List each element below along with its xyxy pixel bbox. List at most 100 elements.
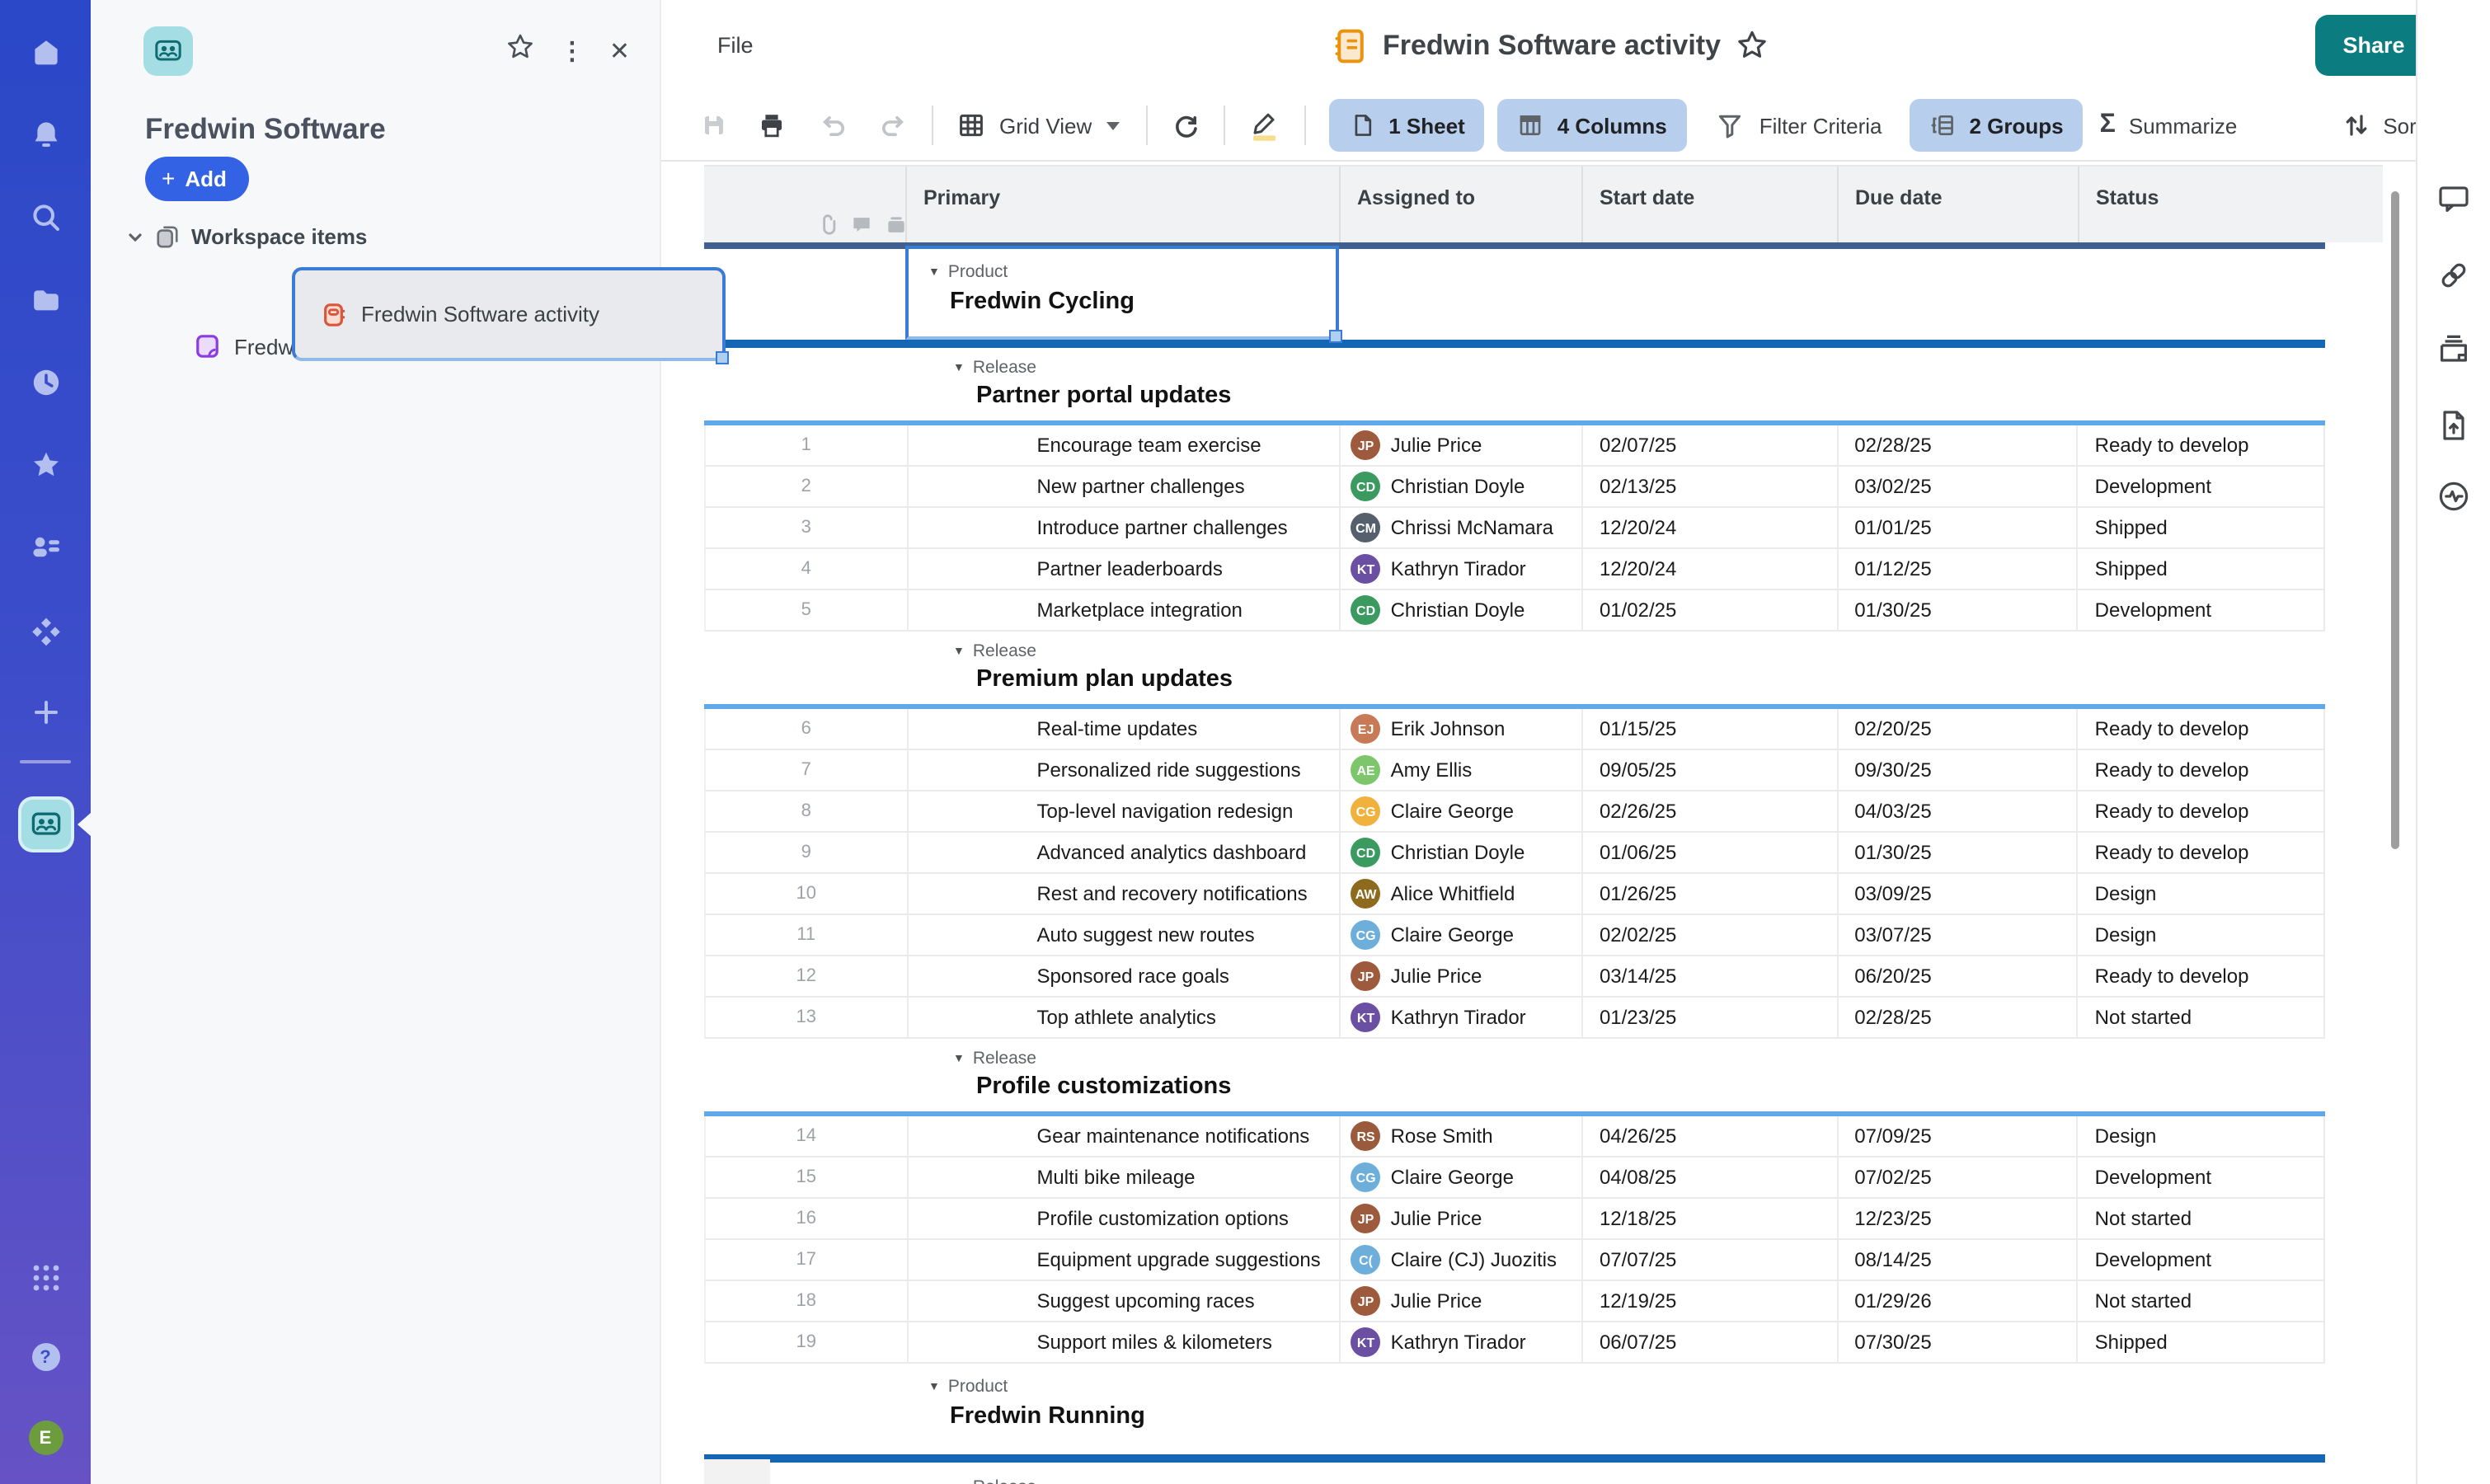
task-name-cell[interactable]: Marketplace integration: [906, 590, 1339, 630]
notifications-bell-icon[interactable]: [29, 119, 62, 152]
release-group-row[interactable]: ▼ReleasePremium plan updates: [704, 632, 2325, 704]
print-icon[interactable]: [757, 110, 787, 140]
undo-icon[interactable]: [818, 110, 848, 140]
view-selector-label[interactable]: Grid View: [999, 113, 1092, 138]
assigned-to-cell[interactable]: JPJulie Price: [1340, 1199, 1581, 1238]
start-date-cell[interactable]: 12/20/24: [1581, 549, 1836, 589]
task-name-cell[interactable]: Partner leaderboards: [906, 549, 1339, 589]
start-date-cell[interactable]: 12/20/24: [1581, 508, 1836, 547]
favorite-title-star-icon[interactable]: [1736, 30, 1767, 61]
due-date-cell[interactable]: 06/20/25: [1836, 956, 2076, 996]
row-number[interactable]: 10: [706, 874, 906, 913]
due-date-cell[interactable]: 03/02/25: [1836, 467, 2076, 506]
start-date-cell[interactable]: 12/19/25: [1581, 1281, 1836, 1321]
due-date-cell[interactable]: 07/02/25: [1836, 1158, 2076, 1197]
task-name-cell[interactable]: Advanced analytics dashboard: [906, 833, 1339, 872]
task-name-cell[interactable]: Real-time updates: [906, 709, 1339, 749]
task-name-cell[interactable]: Profile customization options: [906, 1199, 1339, 1238]
start-date-cell[interactable]: 02/02/25: [1581, 915, 1836, 955]
start-date-cell[interactable]: 09/05/25: [1581, 750, 1836, 790]
collapse-triangle-icon[interactable]: ▼: [953, 646, 965, 657]
assigned-to-cell[interactable]: C(Claire (CJ) Juozitis: [1340, 1240, 1581, 1280]
row-number[interactable]: 15: [706, 1158, 906, 1197]
row-number[interactable]: 9: [706, 833, 906, 872]
row-number[interactable]: 13: [706, 998, 906, 1037]
view-selector-caret-icon[interactable]: [1106, 121, 1120, 129]
start-date-cell[interactable]: 02/13/25: [1581, 467, 1836, 506]
row-number[interactable]: 16: [706, 1199, 906, 1238]
assigned-to-cell[interactable]: JPJulie Price: [1340, 956, 1581, 996]
assigned-to-cell[interactable]: CDChristian Doyle: [1340, 467, 1581, 506]
task-name-cell[interactable]: Sponsored race goals: [906, 956, 1339, 996]
status-cell[interactable]: Ready to develop: [2077, 750, 2323, 790]
attachment-paperclip-icon[interactable]: [816, 214, 838, 236]
assigned-to-cell[interactable]: CDChristian Doyle: [1340, 590, 1581, 630]
attachments-link-icon[interactable]: [2436, 257, 2472, 294]
panel-close-icon[interactable]: ✕: [609, 39, 630, 63]
start-date-cell[interactable]: 03/14/25: [1581, 956, 1836, 996]
start-date-cell[interactable]: 06/07/25: [1581, 1322, 1836, 1362]
column-count-button[interactable]: 4 Columns: [1498, 99, 1687, 152]
app-launcher-icon[interactable]: [31, 1263, 60, 1293]
group-collapse-label[interactable]: ▼Product: [928, 1377, 1008, 1397]
vertical-scrollbar[interactable]: [2391, 191, 2399, 849]
due-date-cell[interactable]: 07/30/25: [1836, 1322, 2076, 1362]
start-date-cell[interactable]: 04/26/25: [1581, 1116, 1836, 1156]
sidebar-item-activity-sheet[interactable]: Fredwin Software activity: [292, 267, 726, 361]
start-date-cell[interactable]: 01/02/25: [1581, 590, 1836, 630]
row-number[interactable]: 19: [706, 1322, 906, 1362]
row-number[interactable]: 12: [706, 956, 906, 996]
user-avatar[interactable]: E: [28, 1421, 63, 1455]
due-date-cell[interactable]: 02/28/25: [1836, 998, 2076, 1037]
task-name-cell[interactable]: Suggest upcoming races: [906, 1281, 1339, 1321]
release-partial-group-row[interactable]: ▼Release: [704, 1463, 2325, 1484]
status-cell[interactable]: Ready to develop: [2077, 425, 2323, 465]
assigned-to-cell[interactable]: AEAmy Ellis: [1340, 750, 1581, 790]
assigned-to-cell[interactable]: CGClaire George: [1340, 1158, 1581, 1197]
release-group-row[interactable]: ▼ReleasePartner portal updates: [704, 348, 2325, 420]
due-date-cell[interactable]: 01/30/25: [1836, 590, 2076, 630]
status-cell[interactable]: Ready to develop: [2077, 709, 2323, 749]
task-name-cell[interactable]: Gear maintenance notifications: [906, 1116, 1339, 1156]
release-group-row[interactable]: ▼ReleaseProfile customizations: [704, 1039, 2325, 1111]
assigned-to-cell[interactable]: JPJulie Price: [1340, 425, 1581, 465]
task-name-cell[interactable]: Equipment upgrade suggestions: [906, 1240, 1339, 1280]
sheet-count-button[interactable]: 1 Sheet: [1329, 99, 1485, 152]
column-header-due-date[interactable]: Due date: [1837, 167, 2078, 242]
due-date-cell[interactable]: 01/29/26: [1836, 1281, 2076, 1321]
row-number[interactable]: 1: [706, 425, 906, 465]
row-number[interactable]: 7: [706, 750, 906, 790]
row-number[interactable]: 11: [706, 915, 906, 955]
highlight-pen-icon[interactable]: [1248, 109, 1281, 142]
apps-icon[interactable]: [29, 613, 62, 646]
comment-bubble-icon[interactable]: [851, 214, 872, 236]
row-number[interactable]: 17: [706, 1240, 906, 1280]
save-icon[interactable]: [699, 110, 729, 140]
task-name-cell[interactable]: Rest and recovery notifications: [906, 874, 1339, 913]
assigned-to-cell[interactable]: RSRose Smith: [1340, 1116, 1581, 1156]
start-date-cell[interactable]: 02/07/25: [1581, 425, 1836, 465]
due-date-cell[interactable]: 03/07/25: [1836, 915, 2076, 955]
product-group-row[interactable]: ▼ProductFredwin Running: [704, 1364, 2325, 1454]
row-number[interactable]: 8: [706, 791, 906, 831]
due-date-cell[interactable]: 01/01/25: [1836, 508, 2076, 547]
assigned-to-cell[interactable]: CMChrissi McNamara: [1340, 508, 1581, 547]
group-collapse-label[interactable]: ▼Release: [953, 358, 1036, 378]
status-cell[interactable]: Development: [2077, 590, 2323, 630]
search-icon[interactable]: [29, 201, 62, 234]
status-cell[interactable]: Development: [2077, 1158, 2323, 1197]
assigned-to-cell[interactable]: KTKathryn Tirador: [1340, 1322, 1581, 1362]
due-date-cell[interactable]: 12/23/25: [1836, 1199, 2076, 1238]
collapse-triangle-icon[interactable]: ▼: [953, 1053, 965, 1064]
assigned-to-cell[interactable]: EJErik Johnson: [1340, 709, 1581, 749]
row-number[interactable]: 14: [706, 1116, 906, 1156]
folder-icon[interactable]: [29, 284, 62, 317]
collapse-triangle-icon[interactable]: ▼: [953, 362, 965, 373]
assigned-to-cell[interactable]: KTKathryn Tirador: [1340, 549, 1581, 589]
task-name-cell[interactable]: Multi bike mileage: [906, 1158, 1339, 1197]
task-name-cell[interactable]: New partner challenges: [906, 467, 1339, 506]
status-cell[interactable]: Not started: [2077, 1199, 2323, 1238]
proofs-icon[interactable]: [2436, 331, 2472, 368]
start-date-cell[interactable]: 01/26/25: [1581, 874, 1836, 913]
assigned-to-cell[interactable]: CGClaire George: [1340, 791, 1581, 831]
